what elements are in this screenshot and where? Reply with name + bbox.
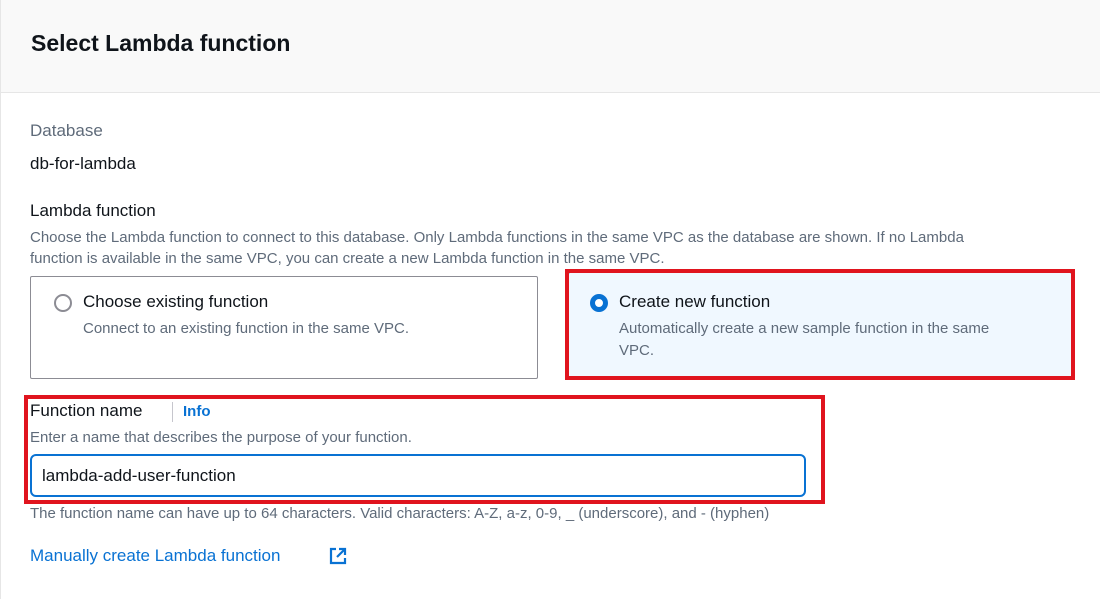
function-name-constraint: The function name can have up to 64 char…	[30, 505, 770, 522]
lambda-function-label: Lambda function	[30, 201, 156, 220]
option-description: Connect to an existing function in the s…	[83, 320, 410, 337]
page-title: Select Lambda function	[31, 30, 291, 56]
radio-choose-existing[interactable]	[54, 294, 72, 312]
database-value: db-for-lambda	[30, 154, 136, 173]
panel-border	[0, 93, 1, 599]
highlight-box-function-name	[24, 395, 825, 504]
highlight-box-create-new	[565, 269, 1075, 380]
option-choose-existing-function[interactable]: Choose existing function Connect to an e…	[30, 276, 538, 379]
lambda-function-description-line1: Choose the Lambda function to connect to…	[30, 229, 964, 246]
option-title: Choose existing function	[83, 292, 269, 311]
database-label: Database	[30, 121, 103, 140]
modal-header: Select Lambda function	[0, 0, 1100, 93]
manually-create-lambda-link[interactable]: Manually create Lambda function	[30, 546, 280, 566]
external-link-icon[interactable]	[328, 546, 348, 571]
lambda-function-description-line2: function is available in the same VPC, y…	[30, 250, 665, 267]
